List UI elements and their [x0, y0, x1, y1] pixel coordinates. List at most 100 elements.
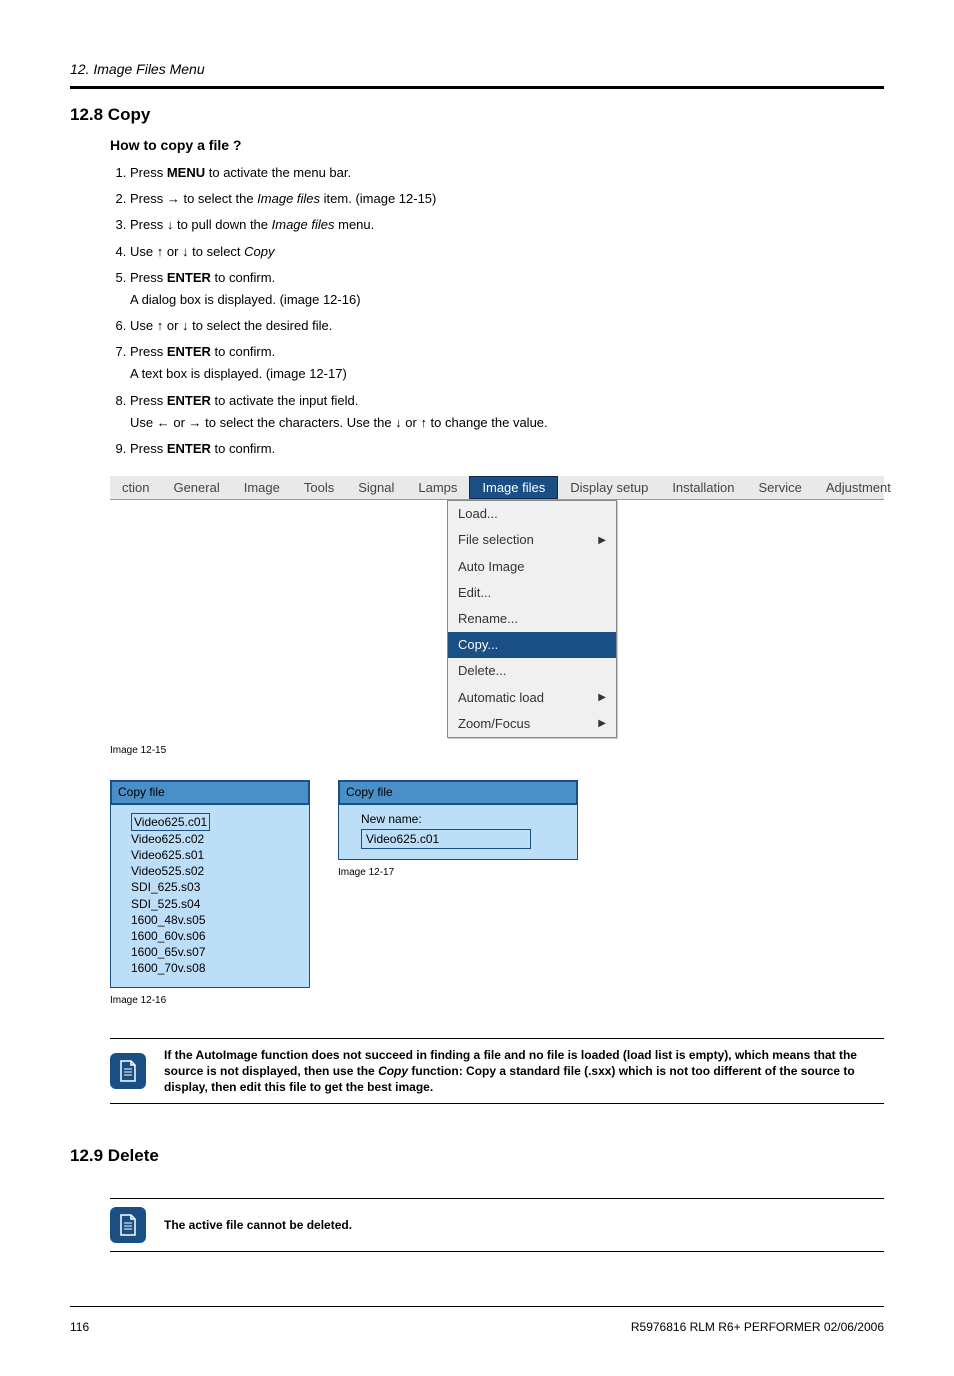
info-note: If the AutoImage function does not succe…: [110, 1038, 884, 1105]
dialog-title: Copy file: [339, 781, 577, 805]
list-item[interactable]: Video625.c02: [131, 831, 299, 847]
step-text: Press: [130, 441, 167, 456]
figure-12-15: ction General Image Tools Signal Lamps I…: [110, 476, 884, 758]
step-6: Use ↑ or ↓ to select the desired file.: [130, 317, 884, 335]
new-name-label: New name:: [361, 811, 567, 827]
menu-item-image-files[interactable]: Image files: [469, 476, 558, 499]
step-bold: ENTER: [167, 393, 211, 408]
submenu-item[interactable]: Auto Image: [448, 554, 616, 580]
page-number: 116: [70, 1319, 89, 1336]
step-text: to confirm.: [211, 270, 275, 285]
menu-item[interactable]: Adjustment: [814, 476, 903, 499]
list-item[interactable]: Video625.s01: [131, 847, 299, 863]
submenu-label: Automatic load: [458, 689, 544, 707]
new-name-input[interactable]: Video625.c01: [361, 829, 531, 849]
list-item-selected[interactable]: Video625.c01: [131, 813, 210, 831]
submenu-item-copy[interactable]: Copy...: [448, 632, 616, 658]
copy-file-list-dialog: Copy file Video625.c01 Video625.c02 Vide…: [110, 780, 310, 988]
chevron-right-icon: ▶: [598, 691, 606, 705]
step-text: Press → to select the: [130, 191, 257, 206]
list-item[interactable]: Video525.s02: [131, 863, 299, 879]
submenu-item[interactable]: Delete...: [448, 658, 616, 684]
section-title-delete: 12.9 Delete: [70, 1144, 884, 1168]
step-text: menu.: [335, 217, 375, 232]
figure-12-16: Copy file Video625.c01 Video625.c02 Vide…: [110, 780, 310, 1008]
menu-bar: ction General Image Tools Signal Lamps I…: [110, 476, 884, 500]
step-8: Press ENTER to activate the input field.…: [130, 392, 884, 432]
step-sub: Use ← or → to select the characters. Use…: [130, 414, 884, 432]
info-note: The active file cannot be deleted.: [110, 1198, 884, 1252]
step-text: to activate the menu bar.: [205, 165, 351, 180]
dialog-body: Video625.c01 Video625.c02 Video625.s01 V…: [111, 805, 309, 987]
dialog-body: New name: Video625.c01: [339, 805, 577, 859]
dialog-title: Copy file: [111, 781, 309, 805]
submenu-label: File selection: [458, 531, 534, 549]
list-item[interactable]: 1600_65v.s07: [131, 944, 299, 960]
submenu-item[interactable]: File selection ▶: [448, 527, 616, 553]
chapter-heading: 12. Image Files Menu: [70, 60, 884, 84]
submenu-item[interactable]: Automatic load ▶: [448, 685, 616, 711]
menu-item[interactable]: Installation: [660, 476, 746, 499]
step-text: Press: [130, 344, 167, 359]
step-3: Press ↓ to pull down the Image files men…: [130, 216, 884, 234]
submenu-item[interactable]: Load...: [448, 501, 616, 527]
how-to-heading: How to copy a file ?: [110, 136, 884, 156]
step-text: Press ↓ to pull down the: [130, 217, 272, 232]
document-icon: [110, 1053, 146, 1089]
step-5: Press ENTER to confirm. A dialog box is …: [130, 269, 884, 309]
note-text: If the AutoImage function does not succe…: [164, 1047, 884, 1096]
step-italic: Image files: [257, 191, 320, 206]
step-bold: ENTER: [167, 270, 211, 285]
menu-item[interactable]: Lamps: [406, 476, 469, 499]
step-7: Press ENTER to confirm. A text box is di…: [130, 343, 884, 383]
list-item[interactable]: SDI_525.s04: [131, 896, 299, 912]
step-italic: Copy: [244, 244, 274, 259]
page-footer: 116 R5976816 RLM R6+ PERFORMER 02/06/200…: [70, 1319, 884, 1336]
document-icon: [110, 1207, 146, 1243]
menu-item[interactable]: Signal: [346, 476, 406, 499]
menu-item[interactable]: Display setup: [558, 476, 660, 499]
footer-divider: [70, 1306, 884, 1307]
submenu-item[interactable]: Rename...: [448, 606, 616, 632]
steps-list: Press MENU to activate the menu bar. Pre…: [110, 164, 884, 458]
submenu-label: Zoom/Focus: [458, 715, 530, 733]
step-text: to activate the input field.: [211, 393, 358, 408]
divider: [70, 86, 884, 89]
figure-caption: Image 12-15: [110, 744, 884, 758]
step-text: to confirm.: [211, 441, 275, 456]
figure-caption: Image 12-16: [110, 994, 310, 1008]
copy-file-rename-dialog: Copy file New name: Video625.c01: [338, 780, 578, 860]
menu-item[interactable]: Service: [746, 476, 813, 499]
step-text: to confirm.: [211, 344, 275, 359]
step-bold: ENTER: [167, 344, 211, 359]
list-item[interactable]: 1600_48v.s05: [131, 912, 299, 928]
list-item[interactable]: SDI_625.s03: [131, 879, 299, 895]
step-1: Press MENU to activate the menu bar.: [130, 164, 884, 182]
step-text: Press: [130, 165, 167, 180]
figure-12-17: Copy file New name: Video625.c01 Image 1…: [338, 780, 578, 880]
submenu-item[interactable]: Edit...: [448, 580, 616, 606]
figure-caption: Image 12-17: [338, 866, 578, 880]
note-italic: Copy: [378, 1064, 408, 1078]
chevron-right-icon: ▶: [598, 534, 606, 548]
submenu-item[interactable]: Zoom/Focus ▶: [448, 711, 616, 737]
chevron-right-icon: ▶: [598, 717, 606, 731]
section-title-copy: 12.8 Copy: [70, 103, 884, 127]
menu-item[interactable]: General: [161, 476, 231, 499]
menu-item[interactable]: Image: [232, 476, 292, 499]
list-item[interactable]: 1600_60v.s06: [131, 928, 299, 944]
dialogs-row: Copy file Video625.c01 Video625.c02 Vide…: [110, 780, 884, 1008]
menu-item[interactable]: ction: [110, 476, 161, 499]
step-sub: A text box is displayed. (image 12-17): [130, 365, 884, 383]
note-text: The active file cannot be deleted.: [164, 1217, 352, 1233]
list-item[interactable]: 1600_70v.s08: [131, 960, 299, 976]
submenu-label: Load...: [458, 505, 498, 523]
menu-item[interactable]: Tools: [292, 476, 346, 499]
step-text: item. (image 12-15): [320, 191, 436, 206]
step-italic: Image files: [272, 217, 335, 232]
submenu-label: Rename...: [458, 610, 518, 628]
step-text: Use ↑ or ↓ to select: [130, 244, 244, 259]
submenu-label: Delete...: [458, 662, 506, 680]
step-text: Press: [130, 393, 167, 408]
submenu-label: Auto Image: [458, 558, 525, 576]
